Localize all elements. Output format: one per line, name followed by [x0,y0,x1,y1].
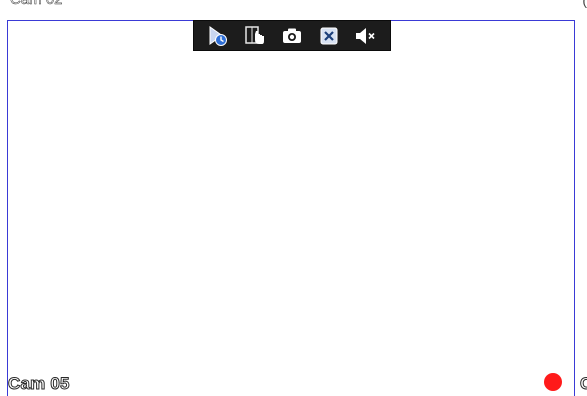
camera-label: Cam 05 [8,374,70,394]
camera-icon [281,25,303,47]
speaker-mute-icon [354,25,378,47]
next-tile-label-fragment: C [579,374,587,394]
top-right-glyph: ( [582,0,587,8]
digital-zoom-button[interactable] [242,23,268,49]
snapshot-button[interactable] [279,23,305,49]
live-view-page: Cam 02 ( [0,0,587,396]
camera-toolbar [193,20,391,51]
camera-viewport[interactable] [7,20,575,396]
close-button[interactable] [316,23,342,49]
instant-playback-button[interactable] [205,23,231,49]
camera-label-top-tile: Cam 02 [10,0,63,8]
close-icon [318,25,340,47]
audio-button[interactable] [353,23,379,49]
recording-indicator [544,373,562,391]
zoom-hand-icon [244,25,266,47]
playback-clock-icon [207,25,229,47]
